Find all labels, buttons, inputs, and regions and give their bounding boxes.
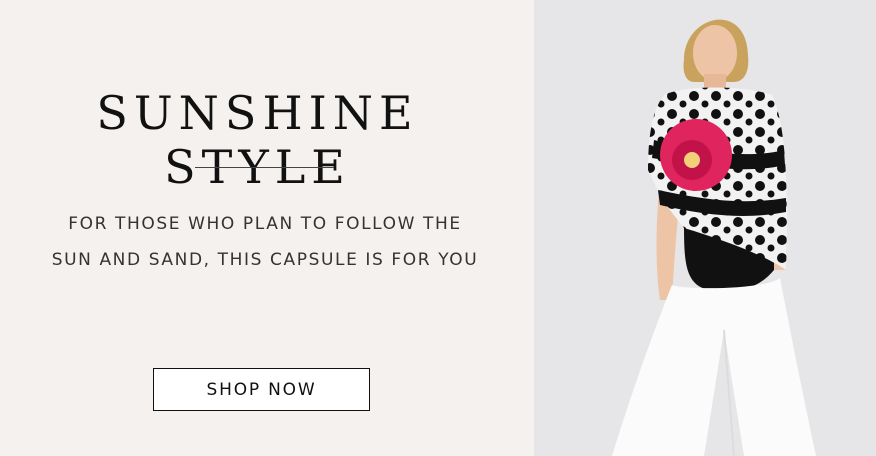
title-divider <box>195 167 334 168</box>
subtitle-line-1: FOR THOSE WHO PLAN TO FOLLOW THE <box>68 214 462 234</box>
shop-now-button[interactable]: SHOP NOW <box>153 368 370 411</box>
promo-banner: SUNSHINE STYLE FOR THOSE WHO PLAN TO FOL… <box>0 0 876 456</box>
banner-subtitle: FOR THOSE WHO PLAN TO FOLLOW THE SUN AND… <box>0 206 530 278</box>
subtitle-line-2: SUN AND SAND, THIS CAPSULE IS FOR YOU <box>51 250 479 270</box>
banner-title: SUNSHINE STYLE <box>96 86 419 194</box>
model-illustration <box>612 19 816 456</box>
model-photo[interactable] <box>534 0 876 456</box>
text-panel: SUNSHINE STYLE FOR THOSE WHO PLAN TO FOL… <box>0 0 534 456</box>
